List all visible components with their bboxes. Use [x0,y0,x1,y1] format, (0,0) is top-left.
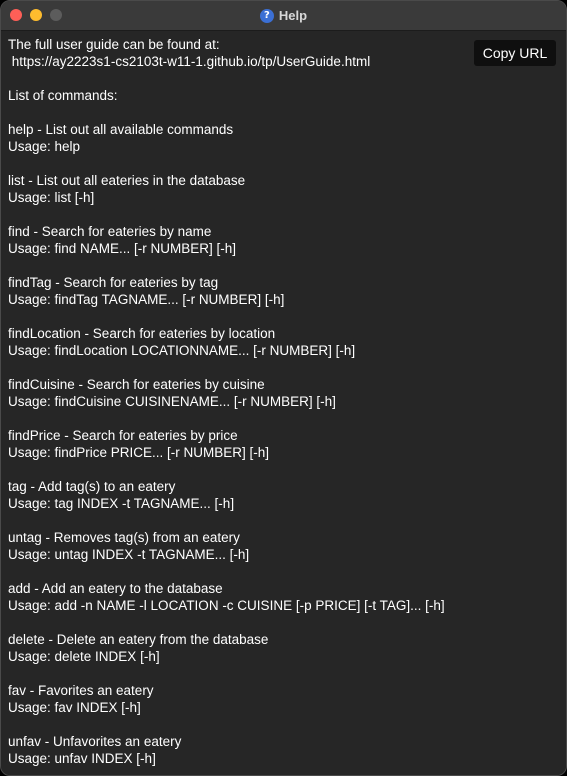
window-title: Help [278,8,308,23]
help-line: List of commands: [8,88,118,103]
help-content: The full user guide can be found at: htt… [1,31,566,775]
help-line: https://ay2223s1-cs2103t-w11-1.github.io… [8,54,371,69]
help-line [8,257,468,274]
help-line: list - List out all eateries in the data… [8,173,246,188]
help-line [8,308,468,325]
help-line [8,614,468,631]
help-line [8,716,468,733]
help-line: tag - Add tag(s) to an eatery [8,479,176,494]
help-line: Usage: findLocation LOCATIONNAME... [-r … [8,343,356,358]
help-line: Usage: findPrice PRICE... [-r NUMBER] [-… [8,445,270,460]
help-line [8,512,468,529]
help-message: The full user guide can be found at: htt… [8,36,468,767]
help-line: Usage: findTag TAGNAME... [-r NUMBER] [-… [8,292,285,307]
help-line: Usage: add -n NAME -l LOCATION -c CUISIN… [8,598,445,613]
help-line [8,563,468,580]
title-bar[interactable]: ? Help [1,1,566,31]
help-line [8,410,468,427]
help-line: find - Search for eateries by name [8,224,212,239]
help-line: fav - Favorites an eatery [8,683,154,698]
help-line: Usage: delete INDEX [-h] [8,649,160,664]
question-mark-icon: ? [259,8,274,23]
help-line [8,155,468,172]
help-line [8,359,468,376]
help-line: Usage: find NAME... [-r NUMBER] [-h] [8,241,237,256]
help-line [8,104,468,121]
help-line: findLocation - Search for eateries by lo… [8,326,276,341]
help-line: Usage: unfav INDEX [-h] [8,751,156,766]
help-window: ? Help The full user guide can be found … [0,0,567,776]
help-line: Usage: fav INDEX [-h] [8,700,141,715]
help-line: untag - Removes tag(s) from an eatery [8,530,240,545]
help-line [8,206,468,223]
help-line: Usage: list [-h] [8,190,95,205]
help-line: Usage: help [8,139,81,154]
help-line [8,70,468,87]
help-line [8,461,468,478]
help-line: findCuisine - Search for eateries by cui… [8,377,265,392]
help-line: findTag - Search for eateries by tag [8,275,219,290]
help-line: Usage: tag INDEX -t TAGNAME... [-h] [8,496,235,511]
help-line: delete - Delete an eatery from the datab… [8,632,269,647]
window-title-group: ? Help [1,1,566,30]
help-line: help - List out all available commands [8,122,234,137]
help-line: findPrice - Search for eateries by price [8,428,238,443]
help-line: Usage: untag INDEX -t TAGNAME... [-h] [8,547,250,562]
help-line: Usage: findCuisine CUISINENAME... [-r NU… [8,394,336,409]
help-line: add - Add an eatery to the database [8,581,223,596]
help-line [8,665,468,682]
copy-url-button[interactable]: Copy URL [474,40,556,66]
help-line: The full user guide can be found at: [8,37,220,52]
help-line: unfav - Unfavorites an eatery [8,734,182,749]
